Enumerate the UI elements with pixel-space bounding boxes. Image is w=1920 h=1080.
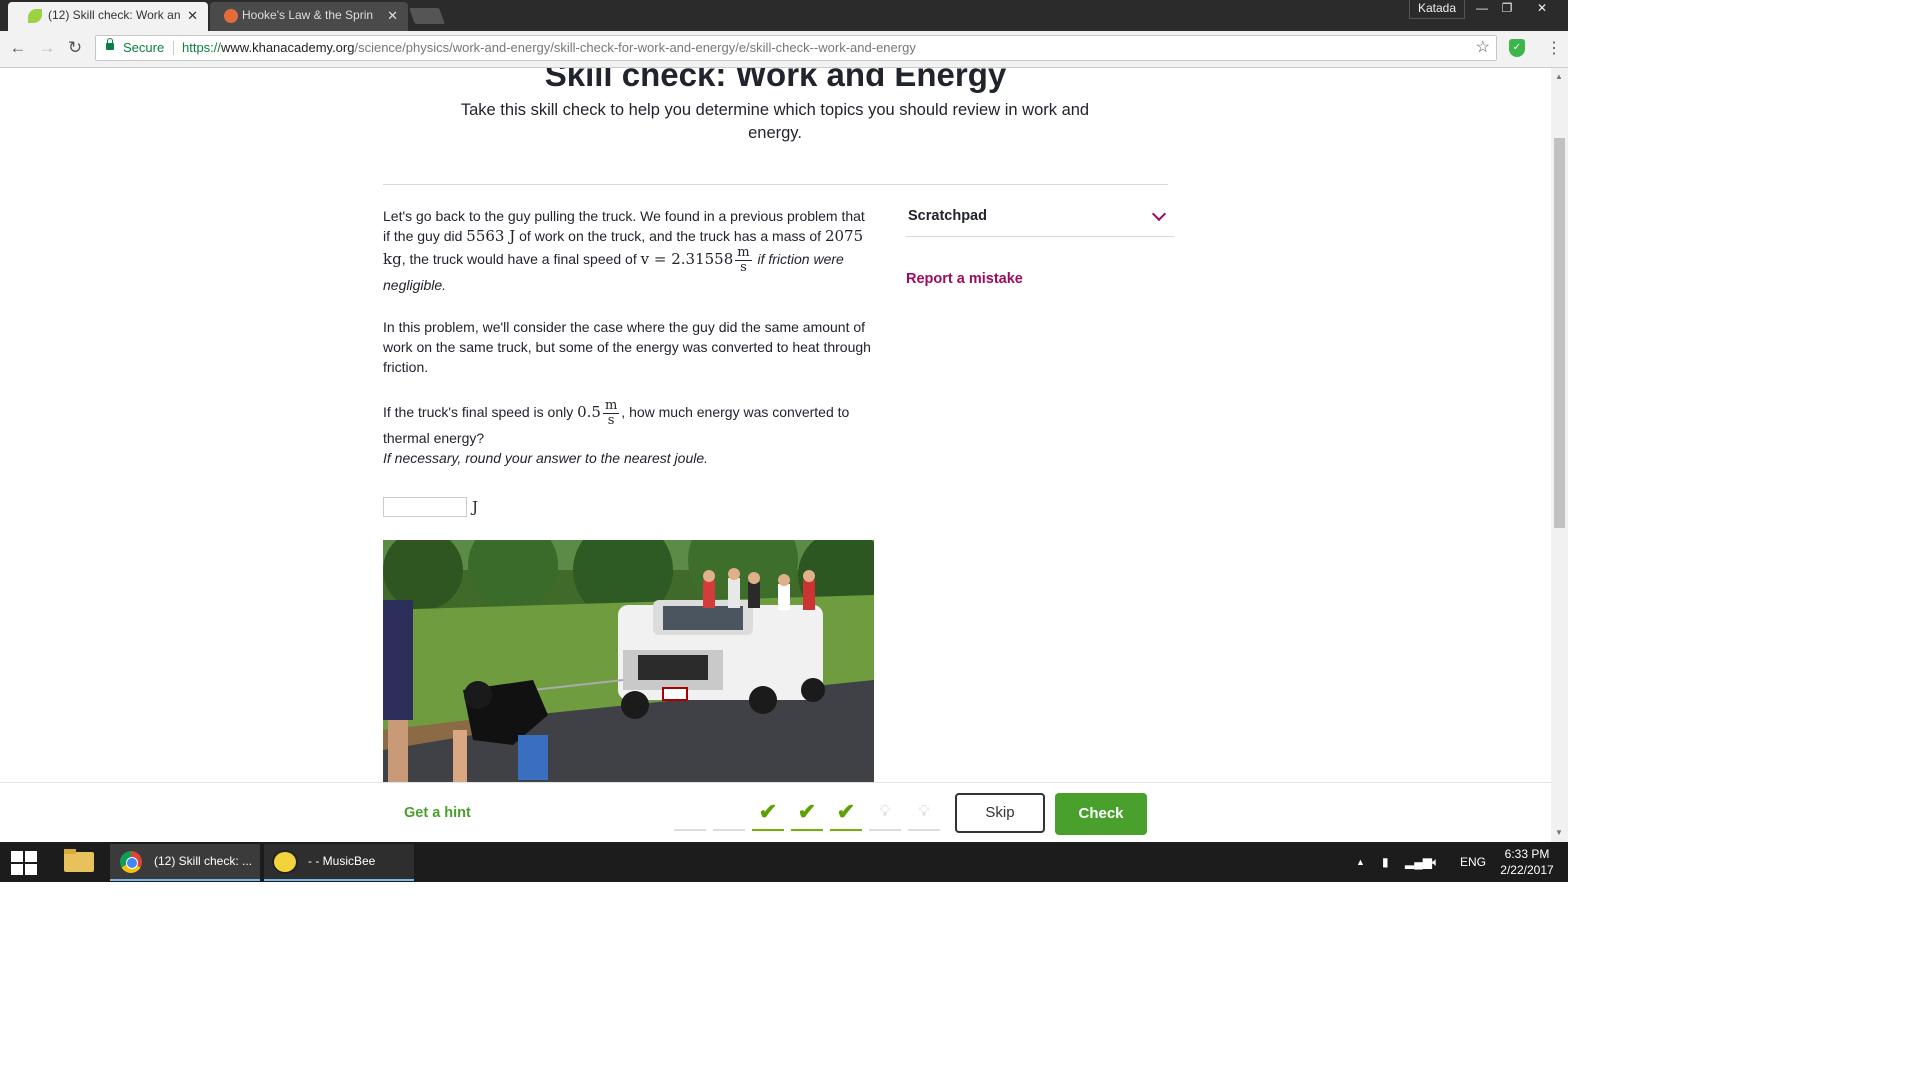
check-mark-icon: ✔ bbox=[752, 795, 784, 831]
lightbulb-icon: 💡︎ bbox=[908, 795, 940, 831]
scratchpad-label: Scratchpad bbox=[908, 208, 987, 224]
bookmark-star-icon[interactable]: ☆ bbox=[1476, 36, 1490, 60]
final-speed-value: 0.5 bbox=[577, 403, 601, 422]
restore-button[interactable]: ❐ bbox=[1495, 0, 1519, 18]
address-bar[interactable]: Secure https://www.khanacademy.org/scien… bbox=[95, 35, 1497, 61]
taskbar-app-label: (12) Skill check: ... bbox=[154, 854, 253, 868]
page-subtitle: Take this skill check to help you determ… bbox=[460, 101, 1090, 142]
unit-fraction: ms bbox=[602, 398, 620, 428]
profile-button[interactable]: Katada bbox=[1409, 0, 1465, 19]
get-hint-button[interactable]: Get a hint bbox=[404, 805, 471, 821]
musicbee-icon bbox=[272, 850, 298, 874]
page-content: Skill check: Work and Energy Take this s… bbox=[0, 68, 1551, 782]
battery-icon[interactable]: ▮ bbox=[1382, 842, 1389, 882]
check-button[interactable]: Check bbox=[1055, 793, 1147, 835]
chrome-icon-center bbox=[126, 857, 138, 869]
divider bbox=[173, 41, 174, 55]
progress-slot-empty bbox=[674, 795, 706, 831]
problem-paragraph-2: In this problem, we'll consider the case… bbox=[383, 319, 871, 375]
page-scrollbar[interactable]: ▲ ▼ bbox=[1551, 68, 1568, 842]
tab-skill-check[interactable]: (12) Skill check: Work an ✕ bbox=[8, 2, 208, 31]
check-mark-icon: ✔ bbox=[791, 795, 823, 831]
problem-statement: Let's go back to the guy pulling the tru… bbox=[383, 206, 873, 468]
taskbar-app-label: - - MusicBee bbox=[308, 854, 376, 868]
extension-shield-icon[interactable]: ✓ bbox=[1509, 39, 1525, 57]
answer-row: J bbox=[383, 497, 478, 517]
check-mark-icon: ✔ bbox=[830, 795, 862, 831]
reload-icon[interactable]: ↻ bbox=[65, 38, 85, 58]
speed-value: v = 2.31558 bbox=[640, 250, 734, 269]
video-favicon-icon bbox=[224, 9, 238, 23]
chevron-down-icon bbox=[1151, 206, 1167, 222]
clock-date: 2/22/2017 bbox=[1500, 863, 1554, 877]
work-value: 5563 J bbox=[466, 227, 516, 245]
rounding-note: If necessary, round your answer to the n… bbox=[383, 450, 709, 466]
answer-input[interactable] bbox=[383, 497, 467, 517]
language-indicator[interactable]: ENG bbox=[1460, 842, 1486, 882]
scroll-up-icon[interactable]: ▲ bbox=[1555, 72, 1563, 81]
system-clock[interactable]: 6:33 PM 2/22/2017 bbox=[1494, 846, 1560, 878]
tab-title: (12) Skill check: Work an bbox=[48, 8, 181, 22]
progress-slot-empty bbox=[713, 795, 745, 831]
security-label: Secure bbox=[123, 40, 165, 55]
close-tab-icon[interactable]: ✕ bbox=[387, 2, 398, 29]
scrollbar-thumb[interactable] bbox=[1554, 138, 1565, 528]
lightbulb-icon: 💡︎ bbox=[869, 795, 901, 831]
volume-icon[interactable]: 🔈︎ bbox=[1432, 842, 1439, 882]
network-icon[interactable]: ▂▄▆ bbox=[1405, 842, 1432, 882]
forward-icon[interactable]: → bbox=[37, 38, 57, 58]
windows-start-icon[interactable] bbox=[11, 851, 37, 875]
skip-button[interactable]: Skip bbox=[955, 793, 1045, 833]
lock-icon bbox=[106, 38, 114, 50]
problem-paragraph-1: Let's go back to the guy pulling the tru… bbox=[383, 208, 865, 293]
page-title: Skill check: Work and Energy bbox=[544, 68, 1007, 93]
close-tab-icon[interactable]: ✕ bbox=[187, 2, 198, 29]
browser-tab-strip: (12) Skill check: Work an ✕ Hooke's Law … bbox=[0, 0, 1568, 31]
tab-title: Hooke's Law & the Sprin bbox=[242, 8, 374, 22]
url-text: https://www.khanacademy.org/science/phys… bbox=[182, 40, 916, 55]
taskbar-chrome-app[interactable]: (12) Skill check: ... bbox=[110, 844, 260, 881]
taskbar-musicbee-app[interactable]: - - MusicBee bbox=[264, 844, 414, 881]
new-tab-button[interactable] bbox=[409, 8, 445, 24]
scroll-down-icon[interactable]: ▼ bbox=[1555, 828, 1563, 837]
problem-question: If the truck's final speed is only 0.5 m s… bbox=[383, 398, 850, 467]
report-mistake-link[interactable]: Report a mistake bbox=[906, 271, 1023, 287]
close-window-button[interactable]: ✕ bbox=[1530, 0, 1554, 18]
truck-pull-photo bbox=[383, 540, 874, 782]
minimize-button[interactable]: — bbox=[1470, 0, 1494, 18]
browser-toolbar: ← → ↻ Secure https://www.khanacademy.org… bbox=[0, 31, 1568, 68]
khan-leaf-icon bbox=[28, 9, 42, 23]
clock-time: 6:33 PM bbox=[1504, 847, 1550, 861]
tray-expand-icon[interactable]: ▲ bbox=[1356, 842, 1365, 882]
divider bbox=[383, 184, 1168, 185]
scratchpad-toggle[interactable]: Scratchpad bbox=[906, 206, 1174, 237]
back-icon[interactable]: ← bbox=[8, 38, 28, 58]
truck-pull-photo-illustration bbox=[383, 540, 874, 782]
answer-unit: J bbox=[472, 498, 479, 516]
exercise-footer: Get a hint ✔ ✔ ✔ 💡︎ 💡︎ Skip Check bbox=[0, 782, 1551, 843]
file-explorer-icon[interactable] bbox=[62, 842, 96, 882]
unit-fraction: ms bbox=[735, 245, 752, 275]
browser-menu-icon[interactable]: ⋮ bbox=[1546, 38, 1562, 58]
windows-taskbar: (12) Skill check: ... - - MusicBee ▲ ▮ ▂… bbox=[0, 842, 1568, 882]
tab-hookes-law[interactable]: Hooke's Law & the Sprin ✕ bbox=[210, 2, 408, 31]
